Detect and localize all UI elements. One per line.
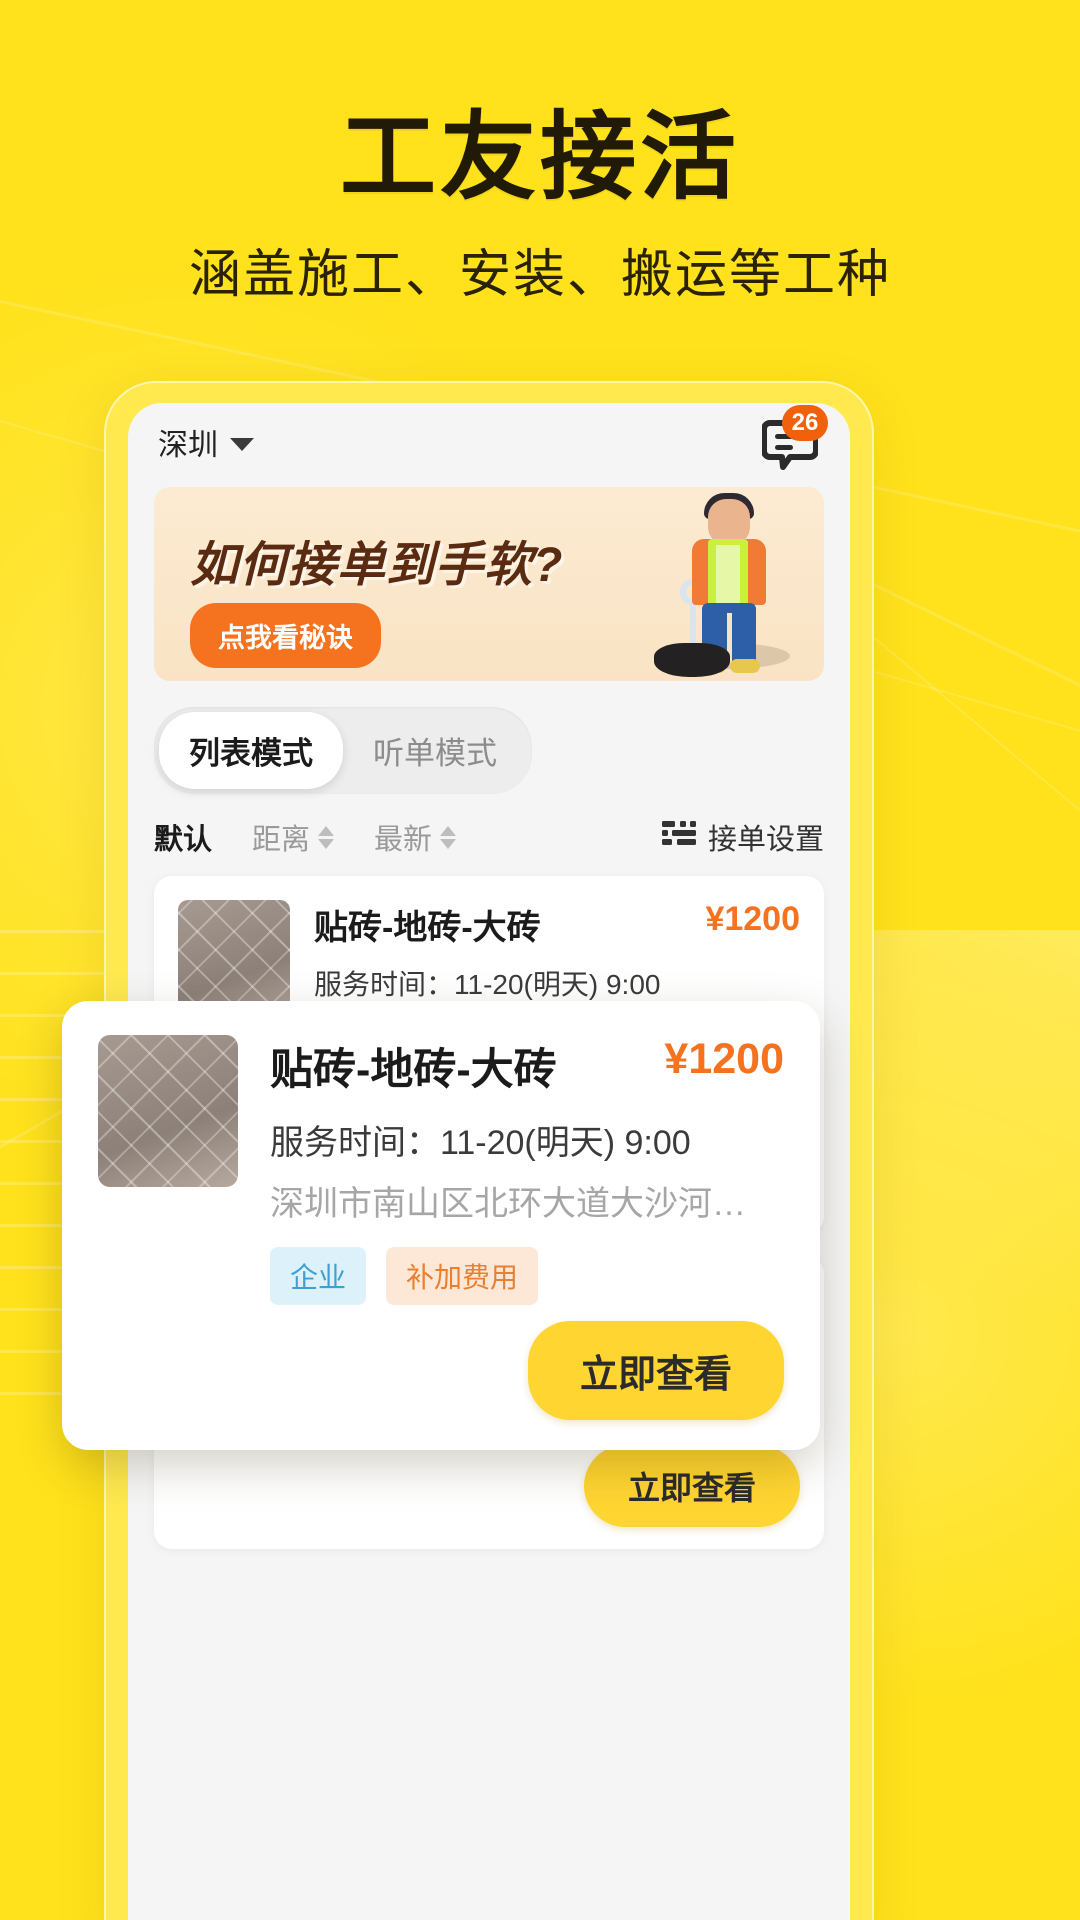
city-selector[interactable]: 深圳: [158, 420, 254, 464]
construction-worker-illustration: [654, 493, 790, 679]
job-tag-extra-fee: 补加费用: [386, 1247, 539, 1305]
job-time: 服务时间：11-20(明天) 9:00: [270, 1115, 784, 1164]
promo-banner-button[interactable]: 点我看秘诀: [190, 603, 381, 668]
job-time: 服务时间：11-20(明天) 9:00: [314, 963, 800, 1003]
sort-newest-label: 最新: [374, 824, 433, 856]
sort-distance[interactable]: 距离: [252, 816, 335, 858]
job-tag-enterprise: 企业: [270, 1247, 367, 1305]
job-price: ¥1200: [705, 900, 800, 938]
tab-list-mode[interactable]: 列表模式: [159, 712, 343, 789]
order-settings-button[interactable]: 接单设置: [661, 816, 824, 858]
background-corner-highlight: [840, 930, 1080, 1490]
tab-listen-mode[interactable]: 听单模式: [343, 712, 527, 789]
message-badge: 26: [782, 405, 828, 441]
app-header: 深圳 26: [128, 403, 850, 481]
promo-banner-title: 如何接单到手软?: [190, 539, 564, 592]
sliders-icon: [661, 819, 696, 855]
job-price: ¥1200: [664, 1035, 784, 1083]
job-thumbnail: [98, 1035, 238, 1187]
hero-section: 工友接活 涵盖施工、安装、搬运等工种: [0, 0, 1080, 307]
message-button[interactable]: 26: [760, 405, 828, 471]
chevron-down-icon: [230, 437, 254, 451]
page-subtitle: 涵盖施工、安装、搬运等工种: [188, 245, 891, 304]
job-time-label: 服务时间：: [314, 969, 455, 1000]
job-tags: 企业 补加费用: [270, 1247, 784, 1305]
sort-arrows-icon: [440, 825, 457, 849]
job-time-label: 服务时间：: [270, 1124, 440, 1162]
job-title: 贴砖-地砖-大砖: [314, 909, 541, 947]
city-label: 深圳: [158, 429, 218, 462]
sort-default-label: 默认: [154, 824, 213, 856]
promo-banner[interactable]: 如何接单到手软? 点我看秘诀: [154, 487, 824, 681]
sort-bar: 默认 距离 最新 接单设置: [154, 816, 824, 858]
job-title: 贴砖-地砖-大砖: [270, 1046, 557, 1094]
highlighted-job-card[interactable]: 贴砖-地砖-大砖 ¥1200 服务时间：11-20(明天) 9:00 深圳市南山…: [62, 1001, 820, 1450]
sort-distance-label: 距离: [252, 824, 311, 856]
job-address: 深圳市南山区北环大道大沙河…: [270, 1185, 746, 1223]
job-time-value: 11-20(明天) 9:00: [440, 1124, 691, 1162]
sort-arrows-icon: [318, 825, 335, 849]
sort-default[interactable]: 默认: [154, 816, 212, 858]
mode-tabs: 列表模式 听单模式: [154, 707, 532, 794]
view-now-button[interactable]: 立即查看: [527, 1321, 784, 1420]
job-time-value: 11-20(明天) 9:00: [454, 969, 661, 1000]
sort-newest[interactable]: 最新: [374, 816, 457, 858]
order-settings-label: 接单设置: [707, 824, 824, 856]
page-title: 工友接活: [340, 104, 740, 211]
view-now-button[interactable]: 立即查看: [583, 1445, 800, 1527]
